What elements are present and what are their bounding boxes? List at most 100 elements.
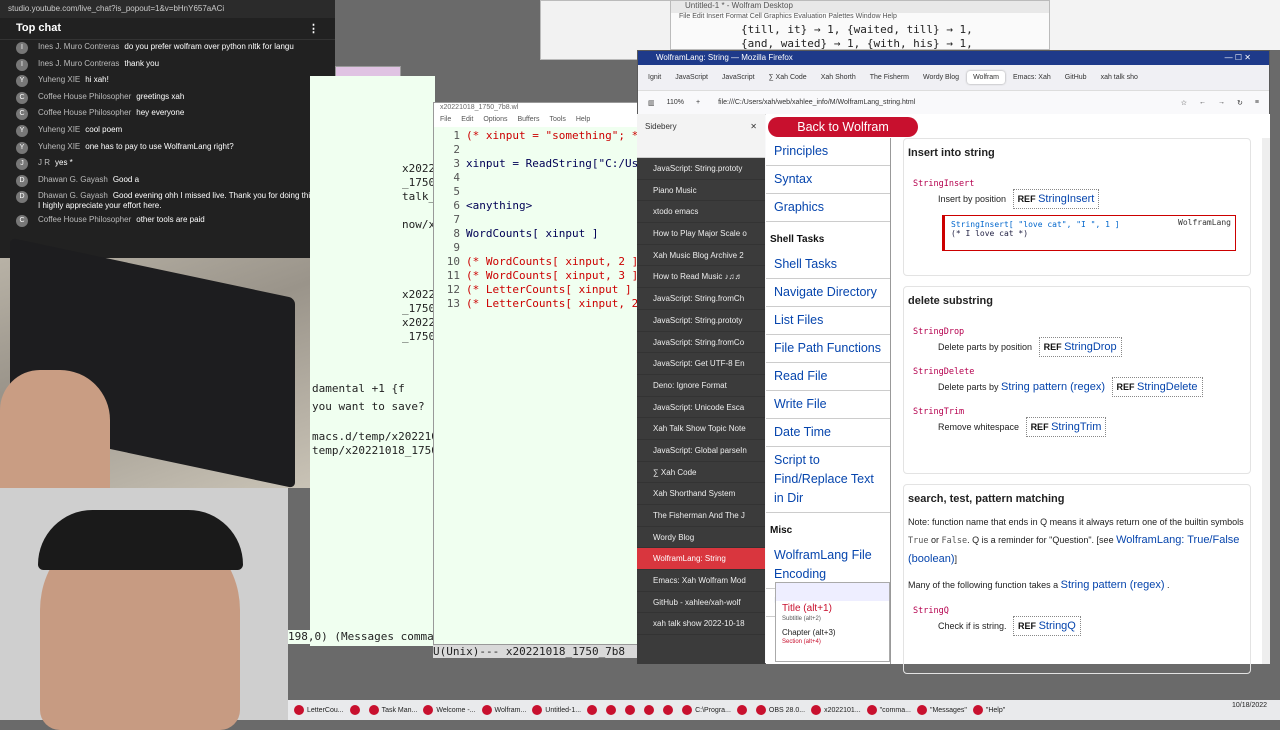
taskbar-item[interactable]: Task Man... — [368, 705, 417, 715]
code-line[interactable]: 12 (* LetterCounts[ xinput ] * — [434, 283, 645, 297]
ref-target[interactable]: StringQ — [1039, 620, 1076, 632]
scrollbar[interactable] — [1262, 138, 1270, 664]
new-tab-icon[interactable]: + — [696, 99, 700, 106]
taskbar-item[interactable] — [663, 705, 676, 715]
code-line[interactable]: 5 — [434, 185, 466, 199]
browser-tab[interactable]: Wolfram — [967, 71, 1006, 84]
window-controls[interactable]: — ☐ ✕ — [1225, 53, 1251, 63]
nav-link[interactable]: Navigate Directory — [766, 279, 890, 307]
regex-link[interactable]: String pattern (regex) — [1061, 579, 1165, 591]
taskbar-item[interactable]: Wolfram... — [481, 705, 526, 715]
sidebery-tab[interactable]: JavaScript: Unicode Esca — [637, 397, 765, 419]
nav-link[interactable]: Write File — [766, 391, 890, 419]
sidebery-header[interactable]: Sidebery ✕ — [637, 114, 765, 138]
chat-title[interactable]: Top chat — [16, 22, 61, 35]
nav-link[interactable]: Read File — [766, 363, 890, 391]
back-to-wolfram-button[interactable]: Back to Wolfram Language — [768, 117, 918, 154]
code-line[interactable]: 13 (* LetterCounts[ xinput, 2 — [434, 297, 638, 311]
browser-tab[interactable]: JavaScript — [669, 71, 714, 84]
bookmark-icon[interactable]: ☆ — [1181, 99, 1187, 107]
sidebery-tab[interactable]: Xah Talk Show Topic Note — [637, 418, 765, 440]
sidebery-title[interactable]: Sidebery — [645, 122, 677, 131]
sidebery-tab[interactable]: ∑ Xah Code — [637, 462, 765, 484]
menu-item[interactable]: Buffers — [517, 116, 539, 126]
taskbar-item[interactable] — [625, 705, 638, 715]
taskbar[interactable]: LetterCou... Task Man... Welcome -... Wolfr… — [288, 700, 1280, 720]
tab-strip[interactable]: Ignit JavaScript JavaScript ∑ Xah Code Xah S… — [638, 65, 1269, 91]
nav-link[interactable]: Graphics — [766, 194, 890, 222]
browser-tab[interactable]: The Fisherm — [864, 71, 915, 84]
taskbar-item[interactable]: OBS 28.0... — [755, 705, 805, 715]
sidebery-tab[interactable]: How to Read Music ♪♫♬ — [637, 266, 765, 289]
sidebery-panel[interactable]: Sidebery ✕ JavaScript: String.prototy Pian… — [637, 114, 765, 664]
menu-item[interactable]: Options — [483, 116, 507, 126]
code-line[interactable]: 7 — [434, 213, 466, 227]
regex-link[interactable]: String pattern (regex) — [1001, 381, 1105, 393]
nav-link[interactable]: Principles — [766, 138, 890, 166]
chat-header[interactable]: Top chat ⋮ — [0, 18, 335, 40]
code-line[interactable]: 8 WordCounts[ xinput ] — [434, 227, 598, 241]
code-editor-window[interactable]: x20221018_1750_7b8.wl File Edit Options Buf… — [433, 102, 645, 657]
sidebar-icon[interactable]: ▥ — [648, 99, 655, 107]
ref-link[interactable]: REF StringDrop — [1038, 337, 1122, 357]
back-icon[interactable]: ← — [1199, 99, 1206, 106]
ref-target[interactable]: StringDrop — [1064, 341, 1117, 353]
code-line[interactable]: 10 (* WordCounts[ xinput, 2 ] — [434, 255, 638, 269]
taskbar-item[interactable] — [349, 705, 363, 715]
sidebery-tab[interactable]: Emacs: Xah Wolfram Mod — [637, 570, 765, 592]
ref-target[interactable]: StringDelete — [1137, 381, 1198, 393]
browser-tab[interactable]: JavaScript — [716, 71, 761, 84]
taskbar-item[interactable] — [606, 705, 619, 715]
taskbar-item[interactable]: x2022101... — [811, 705, 861, 715]
sidebery-tab[interactable]: JavaScript: Get UTF-8 En — [637, 353, 765, 375]
sidebery-tab[interactable]: Deno: Ignore Format — [637, 375, 765, 397]
code-line[interactable]: 11 (* WordCounts[ xinput, 3 ] — [434, 269, 638, 283]
taskbar-item[interactable] — [644, 705, 657, 715]
browser-tab[interactable]: xah talk sho — [1095, 71, 1144, 84]
sidebery-tab[interactable]: The Fisherman And The J — [637, 505, 765, 527]
nav-link[interactable]: Script to Find/Replace Text in Dir — [766, 447, 890, 513]
taskbar-item[interactable]: Untitled-1... — [532, 705, 581, 715]
forward-icon[interactable]: → — [1218, 99, 1225, 106]
nav-link[interactable]: List Files — [766, 307, 890, 335]
sidebery-tab[interactable]: xah talk show 2022-10-18 — [637, 613, 765, 636]
code-line[interactable]: 1 (* xinput = "something"; *) — [434, 129, 644, 143]
ref-link[interactable]: REF StringQ — [1013, 616, 1081, 636]
url-bar[interactable]: file:///C:/Users/xah/web/xahlee_info/M/W… — [712, 99, 1169, 106]
taskbar-item[interactable]: "comma... — [866, 705, 911, 715]
sidebery-tab[interactable]: JavaScript: String.fromCo — [637, 332, 765, 354]
nav-bar[interactable]: ▥ 110% + file:///C:/Users/xah/web/xahlee… — [638, 91, 1269, 115]
emacs-window-left[interactable]: x20221 _1750 talk_s now/x2 x20221 _1750 x20221… — [310, 76, 444, 646]
taskbar-item[interactable]: "Help" — [972, 705, 1005, 715]
live-chat-window[interactable]: studio.youtube.com/live_chat?is_popout=1… — [0, 0, 335, 258]
nav-link[interactable]: Shell Tasks — [766, 251, 890, 279]
menu-item[interactable]: Help — [576, 116, 590, 126]
code-line[interactable]: 6 <anything> — [434, 199, 532, 213]
code-line[interactable]: 3 xinput = ReadString["C:/Use — [434, 157, 644, 171]
zoom-level[interactable]: 110% — [667, 99, 684, 106]
sidebery-tab[interactable]: WolframLang: String — [637, 548, 765, 571]
nav-link[interactable]: Syntax — [766, 166, 890, 194]
sidebery-tab[interactable]: JavaScript: String.fromCh — [637, 288, 765, 310]
code-line[interactable]: 4 — [434, 171, 466, 185]
ref-link[interactable]: REF StringDelete — [1111, 377, 1203, 397]
menu-item[interactable]: File — [440, 116, 451, 126]
sidebery-tab[interactable]: JavaScript: String.prototy — [637, 310, 765, 332]
thumbnail-preview[interactable]: Title (alt+1) Subtitle (alt+2) Chapter (… — [775, 582, 890, 662]
browser-tab[interactable]: Xah Shorth — [815, 71, 862, 84]
more-icon[interactable]: ⋮ — [308, 22, 319, 35]
close-icon[interactable]: ✕ — [750, 122, 757, 131]
taskbar-item[interactable]: LetterCou... — [294, 705, 344, 715]
taskbar-item[interactable]: Welcome -... — [423, 705, 476, 715]
ref-target[interactable]: StringTrim — [1051, 421, 1101, 433]
browser-tab[interactable]: GitHub — [1059, 71, 1093, 84]
sidebery-tab[interactable]: GitHub - xahlee/xah-wolf — [637, 592, 765, 614]
title-bar[interactable]: WolframLang: String — Mozilla Firefox — ☐… — [638, 51, 1269, 65]
nav-link[interactable]: File Path Functions — [766, 335, 890, 363]
sidebery-toolbar[interactable] — [637, 138, 765, 158]
sidebery-tab[interactable]: JavaScript: Global parseIn — [637, 440, 765, 462]
nav-link[interactable]: Date Time — [766, 419, 890, 447]
browser-tab[interactable]: Wordy Blog — [917, 71, 965, 84]
menu-item[interactable]: Edit — [461, 116, 473, 126]
ref-target[interactable]: StringInsert — [1038, 193, 1094, 205]
